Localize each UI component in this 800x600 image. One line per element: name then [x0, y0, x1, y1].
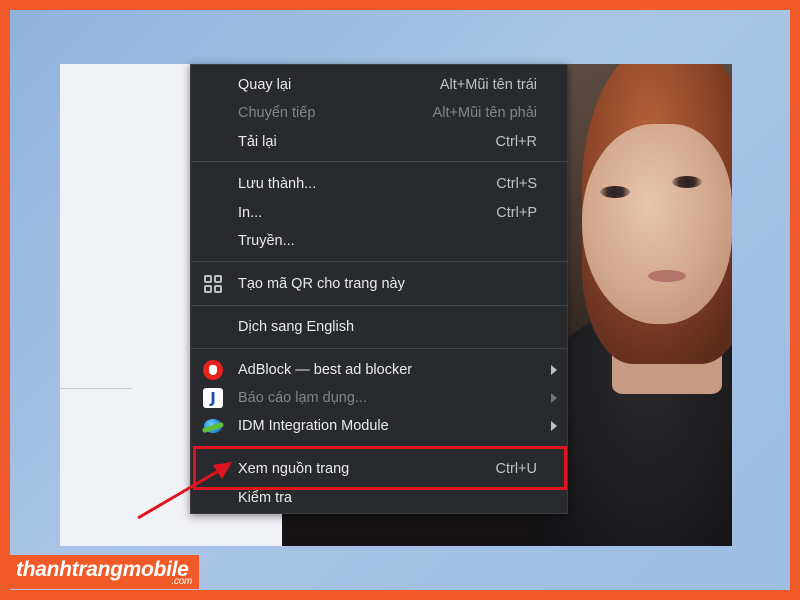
watermark-suffix: .com: [171, 576, 193, 587]
annotation-arrow-icon: [137, 462, 232, 520]
watermark-brand: thanhtrangmobile: [16, 558, 189, 581]
watermark-logo: thanhtrangmobile .com: [10, 555, 199, 589]
